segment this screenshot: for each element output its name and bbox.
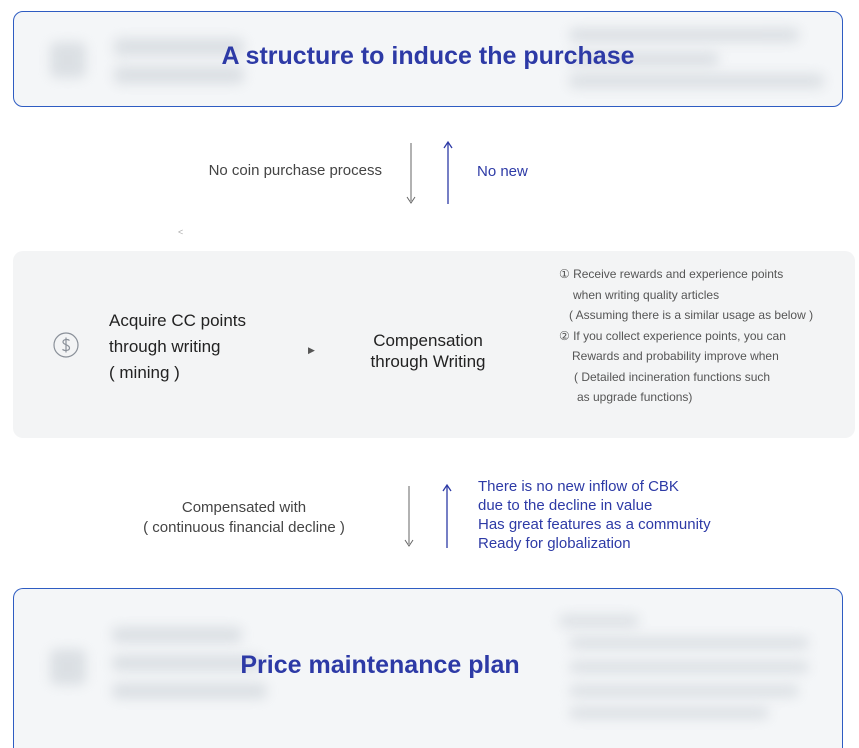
top-structure-box: A structure to induce the purchase <box>13 11 843 107</box>
bottom-plan-box: Price maintenance plan <box>13 588 843 748</box>
arrow-down-icon <box>402 486 416 548</box>
blurred-text <box>569 74 824 88</box>
flow1-right-label: No new <box>477 163 528 180</box>
note-line: as upgrade functions) <box>577 390 693 404</box>
top-box-title: A structure to induce the purchase <box>221 42 635 70</box>
small-mark: < <box>178 227 184 237</box>
flow1-left-label: No coin purchase process <box>208 162 382 179</box>
mining-panel: Acquire CC points through writing ( mini… <box>13 251 855 438</box>
note-line: when writing quality articles <box>573 287 720 302</box>
arrow-up-icon <box>441 140 455 204</box>
blurred-text <box>112 683 267 699</box>
blurred-text <box>569 637 809 649</box>
blurred-icon <box>50 649 86 685</box>
blurred-text <box>569 707 769 719</box>
note-line: ( Detailed incineration functions such <box>574 369 771 384</box>
flow2-right-label: There is no new inflow of CBK due to the… <box>478 478 711 552</box>
acquire-points-text: Acquire CC points through writing ( mini… <box>109 311 247 382</box>
triangle-right-icon: ▶ <box>308 345 315 355</box>
notes-list: ① Receive rewards and experience points … <box>559 264 813 408</box>
arrow-up-icon <box>440 483 454 548</box>
note-line: ② If you collect experience points, you … <box>559 328 786 343</box>
note-line: Rewards and probability improve when <box>572 349 779 363</box>
flow2-left-label: Compensated with ( continuous financial … <box>143 499 345 536</box>
blurred-text <box>569 661 809 673</box>
note-line: ( Assuming there is a similar usage as b… <box>569 308 814 322</box>
blurred-text <box>569 685 799 697</box>
compensation-text: Compensation through Writing <box>370 331 486 371</box>
arrow-down-icon <box>404 143 418 205</box>
blurred-text <box>559 615 639 627</box>
blurred-text <box>112 627 242 643</box>
blurred-text <box>569 28 799 42</box>
note-line: ① Receive rewards and experience points <box>559 267 784 281</box>
bottom-box-title: Price maintenance plan <box>240 651 520 679</box>
dollar-circle-icon <box>53 332 79 358</box>
